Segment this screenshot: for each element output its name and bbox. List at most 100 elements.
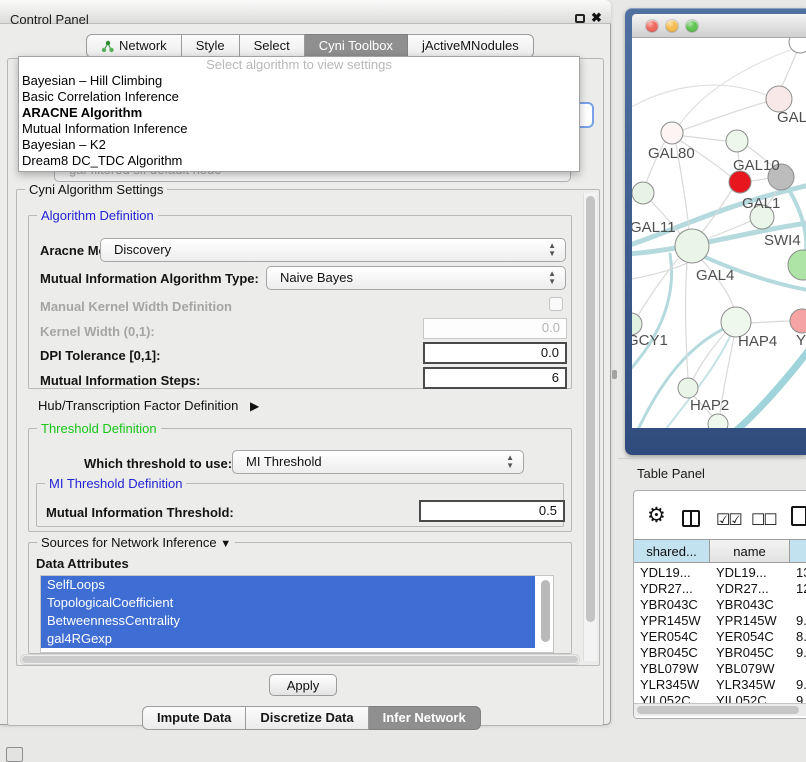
table-horizontal-scrollbar[interactable] bbox=[634, 703, 806, 716]
network-node[interactable] bbox=[708, 414, 728, 428]
apply-button[interactable]: Apply bbox=[269, 674, 337, 696]
minimized-panel-icon[interactable] bbox=[6, 747, 23, 762]
network-node[interactable] bbox=[675, 229, 709, 263]
attribute-item[interactable]: TopologicalCoefficient bbox=[41, 594, 535, 612]
table-row[interactable]: YIL052CYIL052C9. bbox=[634, 693, 806, 703]
mi-algorithm-type-value: Naive Bayes bbox=[280, 270, 353, 285]
tab-discretize-data[interactable]: Discretize Data bbox=[246, 706, 368, 730]
deselect-all-checkboxes-icon[interactable]: ☐☐ bbox=[751, 510, 776, 530]
which-threshold-select[interactable]: MI Threshold ▲▼ bbox=[232, 450, 524, 474]
node-label: SWI4 bbox=[764, 232, 801, 249]
network-node[interactable] bbox=[678, 378, 698, 398]
table-cell: YBL079W bbox=[640, 661, 699, 677]
network-node[interactable] bbox=[729, 171, 751, 193]
network-edge[interactable] bbox=[685, 263, 688, 378]
select-all-checkboxes-icon[interactable]: ☑☑ bbox=[716, 510, 741, 530]
data-attributes-label: Data Attributes bbox=[36, 556, 129, 571]
network-edge[interactable] bbox=[632, 85, 766, 110]
hub-definition-toggle[interactable]: Hub/Transcription Factor Definition ▶ bbox=[38, 398, 259, 413]
node-label: GAL4 bbox=[696, 267, 734, 284]
dropdown-item[interactable]: Mutual Information Inference bbox=[19, 121, 579, 137]
mi-steps-field[interactable]: 6 bbox=[423, 367, 567, 389]
minimize-light[interactable] bbox=[666, 20, 678, 32]
table-row[interactable]: YBR043CYBR043C bbox=[634, 597, 806, 613]
dpi-tolerance-label: DPI Tolerance [0,1]: bbox=[40, 348, 160, 363]
attribute-item[interactable]: gal4RGexp bbox=[41, 630, 535, 648]
algorithm-dropdown-list: Select algorithm to view settings Bayesi… bbox=[18, 56, 580, 172]
mi-algorithm-type-label: Mutual Information Algorithm Type: bbox=[40, 271, 259, 286]
tab-jactivemnodules[interactable]: jActiveMNodules bbox=[408, 34, 534, 58]
aracne-mode-select[interactable]: Discovery ▲▼ bbox=[100, 238, 566, 262]
network-node[interactable] bbox=[661, 122, 683, 144]
horizontal-scrollbar-thumb[interactable] bbox=[22, 656, 578, 663]
mi-algorithm-type-select[interactable]: Naive Bayes ▲▼ bbox=[266, 266, 566, 290]
network-edge[interactable] bbox=[632, 254, 672, 374]
close-light[interactable] bbox=[646, 20, 658, 32]
table-row[interactable]: YBR045CYBR045C9. bbox=[634, 645, 806, 661]
close-icon[interactable]: ✖ bbox=[591, 10, 602, 26]
column-browser-icon[interactable] bbox=[682, 510, 700, 527]
column-header-cut[interactable] bbox=[790, 539, 806, 563]
network-node[interactable] bbox=[789, 38, 806, 53]
table-row[interactable]: YER054CYER054C8. bbox=[634, 629, 806, 645]
network-edge[interactable] bbox=[751, 321, 790, 323]
float-window-icon[interactable] bbox=[575, 14, 585, 23]
settings-vertical-scrollbar[interactable] bbox=[583, 193, 597, 661]
network-node[interactable] bbox=[726, 130, 748, 152]
mi-threshold-field[interactable]: 0.5 bbox=[419, 500, 565, 522]
table-row[interactable]: YDL19...YDL19...13 bbox=[634, 565, 806, 581]
gear-icon[interactable]: ⚙ bbox=[647, 506, 666, 526]
network-canvas[interactable]: GAL7GAL80GAL10GAL1GAL11SWI4GAL4GCY1HAP4Y… bbox=[632, 38, 806, 428]
table-row[interactable]: YDR27...YDR27...12 bbox=[634, 581, 806, 597]
data-attributes-list[interactable]: SelfLoopsTopologicalCoefficientBetweenne… bbox=[40, 575, 554, 653]
tab-impute-data[interactable]: Impute Data bbox=[142, 706, 246, 730]
table-row[interactable]: YLR345WYLR345W9. bbox=[634, 677, 806, 693]
tab-cyni-toolbox[interactable]: Cyni Toolbox bbox=[305, 34, 408, 58]
hub-definition-label: Hub/Transcription Factor Definition bbox=[38, 398, 238, 413]
control-panel-titlebar bbox=[0, 0, 611, 24]
table-cell: YBR043C bbox=[640, 597, 698, 613]
dropdown-item[interactable]: Bayesian – Hill Climbing bbox=[19, 73, 579, 89]
dpi-tolerance-field[interactable]: 0.0 bbox=[423, 342, 567, 364]
tab-label: Discretize Data bbox=[260, 706, 353, 730]
manual-kernel-width-checkbox[interactable] bbox=[549, 297, 563, 311]
network-edge[interactable] bbox=[730, 341, 806, 428]
network-node[interactable] bbox=[788, 250, 806, 280]
table-scrollbar-thumb[interactable] bbox=[637, 706, 799, 714]
tab-select[interactable]: Select bbox=[240, 34, 305, 58]
tab-network[interactable]: Network bbox=[86, 34, 182, 58]
column-header-name[interactable]: name bbox=[710, 539, 790, 563]
network-graph[interactable]: GAL7GAL80GAL10GAL1GAL11SWI4GAL4GCY1HAP4Y… bbox=[632, 38, 806, 428]
settings-scrollbar-thumb[interactable] bbox=[586, 196, 595, 622]
column-header-shared...[interactable]: shared... bbox=[634, 539, 710, 563]
network-edge[interactable] bbox=[683, 136, 726, 141]
settings-horizontal-scrollbar[interactable] bbox=[20, 654, 580, 665]
aracne-mode-value: Discovery bbox=[114, 242, 171, 257]
attribute-item[interactable]: BetweennessCentrality bbox=[41, 612, 535, 630]
network-edge[interactable] bbox=[751, 178, 769, 181]
table-row[interactable]: YBL079W YBL079W bbox=[634, 661, 806, 677]
dropdown-item[interactable]: Bayesian – K2 bbox=[19, 137, 579, 153]
dropdown-item[interactable]: Dream8 DC_TDC Algorithm bbox=[19, 153, 579, 169]
tab-infer-network[interactable]: Infer Network bbox=[369, 706, 481, 730]
network-window-titlebar[interactable] bbox=[632, 14, 806, 38]
dropdown-item[interactable]: Basic Correlation Inference bbox=[19, 89, 579, 105]
dropdown-item[interactable]: ARACNE Algorithm bbox=[19, 105, 579, 121]
document-icon[interactable] bbox=[791, 506, 806, 526]
list-scrollbar-thumb[interactable] bbox=[541, 580, 550, 642]
node-label: HAP4 bbox=[738, 333, 777, 350]
attribute-item[interactable]: SelfLoops bbox=[41, 576, 535, 594]
tab-label: Network bbox=[119, 34, 167, 58]
network-node[interactable] bbox=[632, 182, 654, 204]
manual-kernel-width-label: Manual Kernel Width Definition bbox=[40, 299, 232, 314]
table-row[interactable]: YPR145WYPR145W9. bbox=[634, 613, 806, 629]
table-cell: YBL079W bbox=[716, 661, 775, 677]
kernel-width-field[interactable]: 0.0 bbox=[423, 318, 567, 339]
table-cell: 9. bbox=[796, 613, 806, 629]
zoom-light[interactable] bbox=[686, 20, 698, 32]
tab-style[interactable]: Style bbox=[182, 34, 240, 58]
network-node[interactable] bbox=[790, 309, 806, 333]
algorithm-definition-title: Algorithm Definition bbox=[37, 208, 158, 223]
panel-splitter-handle[interactable] bbox=[612, 370, 617, 379]
expanded-arrow-icon[interactable]: ▼ bbox=[220, 538, 231, 550]
